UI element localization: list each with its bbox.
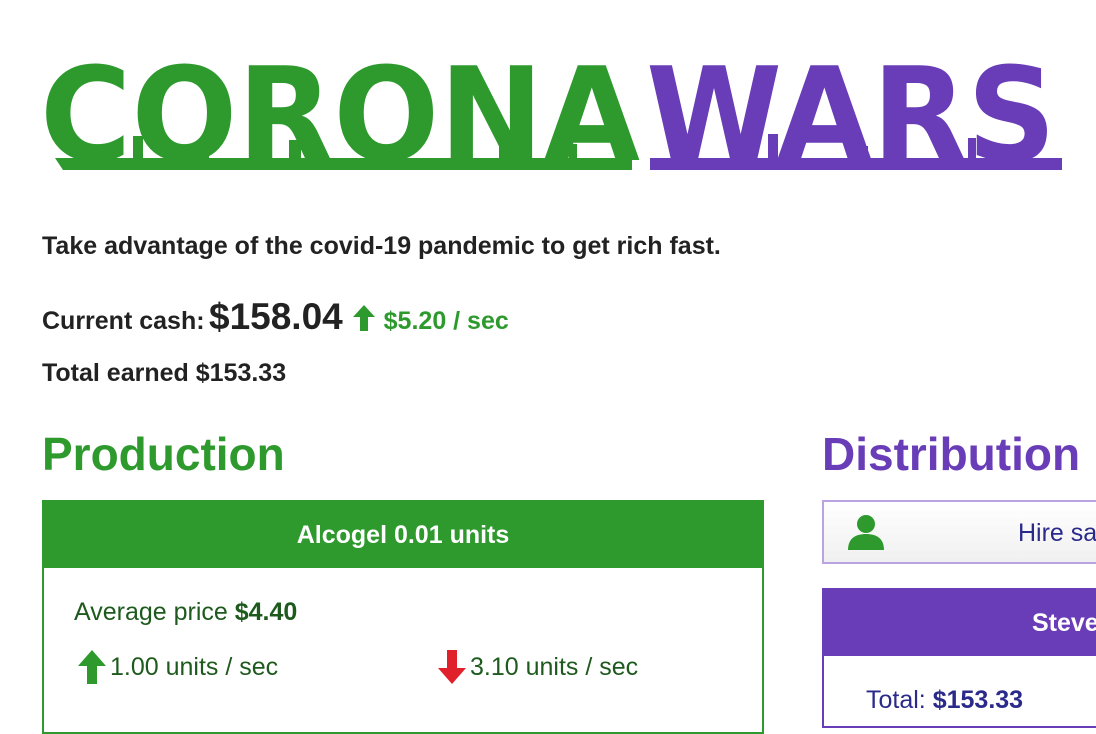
distribution-panel: Steve Total: $153.33 (822, 588, 1096, 728)
arrow-up-icon (353, 305, 376, 331)
distribution-total-label: Total: (866, 686, 926, 714)
person-icon (848, 515, 884, 550)
production-panel-title: Alcogel 0.01 units (44, 502, 762, 568)
total-earned-label: Total earned (42, 359, 189, 387)
logo-word-corona: CORONA (40, 40, 640, 170)
average-price-label: Average price (74, 598, 228, 626)
arrow-up-icon (78, 650, 106, 684)
tagline: Take advantage of the covid-19 pandemic … (42, 232, 721, 260)
total-earned-line: Total earned $153.33 (42, 359, 286, 388)
production-rate-up-value: 1.00 units / sec (110, 652, 279, 681)
distribution-panel-title: Steve (824, 590, 1096, 656)
current-cash-value: $158.04 (209, 296, 343, 337)
production-rate-down-value: 3.10 units / sec (470, 652, 639, 681)
distribution-total: Total: $153.33 (866, 686, 1023, 715)
current-cash-line: Current cash: $158.04 $5.20 / sec (42, 296, 509, 338)
total-earned-value: $153.33 (195, 359, 287, 387)
corona-wars-logo: CORONA WARS (40, 40, 1062, 170)
production-heading: Production (42, 428, 285, 480)
production-rate-down: 3.10 units / sec (438, 650, 638, 684)
distribution-total-value: $153.33 (932, 686, 1024, 714)
logo-word-wars: WARS (646, 40, 1056, 170)
arrow-down-icon (438, 650, 466, 684)
cash-rate: $5.20 / sec (383, 307, 509, 335)
current-cash-label: Current cash: (42, 307, 205, 335)
hire-salesperson-label: Hire sa (1018, 519, 1096, 547)
hire-salesperson-button[interactable]: Hire sa (822, 500, 1096, 564)
average-price: Average price $4.40 (74, 598, 297, 627)
average-price-value: $4.40 (234, 598, 298, 626)
distribution-heading: Distribution (822, 428, 1081, 480)
production-panel: Alcogel 0.01 units Average price $4.40 1… (42, 500, 764, 734)
production-rate-up: 1.00 units / sec (78, 650, 278, 684)
